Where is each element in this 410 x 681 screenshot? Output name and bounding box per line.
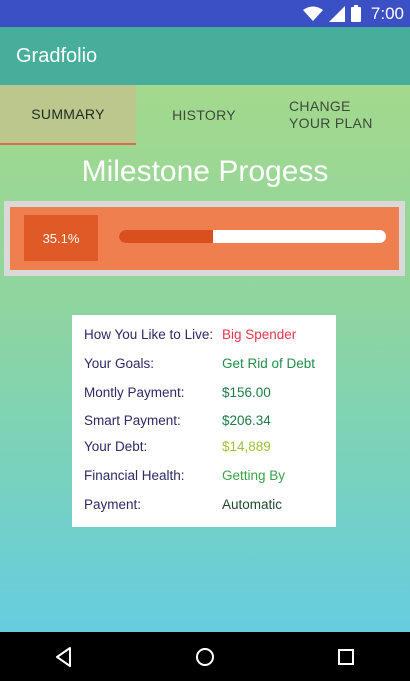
signal-icon xyxy=(328,5,345,22)
info-label: How You Like to Live: xyxy=(84,327,214,342)
wifi-icon xyxy=(302,6,323,21)
progress-percent-badge: 35.1% xyxy=(24,215,98,261)
info-value: Get Rid of Debt xyxy=(222,356,316,371)
tab-summary-label: SUMMARY xyxy=(31,105,105,122)
app-bar: Gradfolio xyxy=(0,27,410,85)
info-value: $156.00 xyxy=(222,385,271,400)
recents-icon[interactable] xyxy=(336,646,356,668)
tab-history-label: HISTORY xyxy=(172,106,236,123)
progress-bar xyxy=(119,230,386,243)
main-content: SUMMARY HISTORY CHANGE YOUR PLAN Milesto… xyxy=(0,85,410,632)
info-value: Automatic xyxy=(222,497,283,512)
tab-summary[interactable]: SUMMARY xyxy=(0,85,136,145)
info-label: Montly Payment: xyxy=(84,385,185,400)
tab-change-plan-label: CHANGE YOUR PLAN xyxy=(289,98,373,131)
milestone-progress-card: 35.1% xyxy=(4,201,405,276)
battery-icon xyxy=(350,5,361,22)
progress-percent-label: 35.1% xyxy=(42,230,80,246)
info-value: Big Spender xyxy=(222,327,297,342)
info-value: Getting By xyxy=(222,468,286,483)
navigation-bar xyxy=(0,632,410,681)
back-icon[interactable] xyxy=(54,646,74,668)
info-label: Your Debt: xyxy=(84,439,148,454)
info-label: Payment: xyxy=(84,497,142,512)
info-label: Smart Payment: xyxy=(84,413,181,428)
status-time: 7:00 xyxy=(370,3,404,23)
app-title: Gradfolio xyxy=(16,44,98,67)
info-value: $14,889 xyxy=(222,439,271,454)
tab-bar: SUMMARY HISTORY CHANGE YOUR PLAN xyxy=(0,85,410,145)
progress-bar-fill xyxy=(119,230,213,243)
info-label: Your Goals: xyxy=(84,356,155,371)
status-bar: 7:00 xyxy=(0,0,410,27)
tab-history[interactable]: HISTORY xyxy=(136,85,272,145)
page-title: Milestone Progess xyxy=(81,155,329,188)
tab-change-plan[interactable]: CHANGE YOUR PLAN xyxy=(272,85,410,145)
info-label: Financial Health: xyxy=(84,468,185,483)
summary-info-card: How You Like to Live: Big Spender Your Goa… xyxy=(72,315,336,527)
home-icon[interactable] xyxy=(194,646,216,668)
info-value: $206.34 xyxy=(222,413,271,428)
progress-panel: 35.1% xyxy=(10,207,399,270)
